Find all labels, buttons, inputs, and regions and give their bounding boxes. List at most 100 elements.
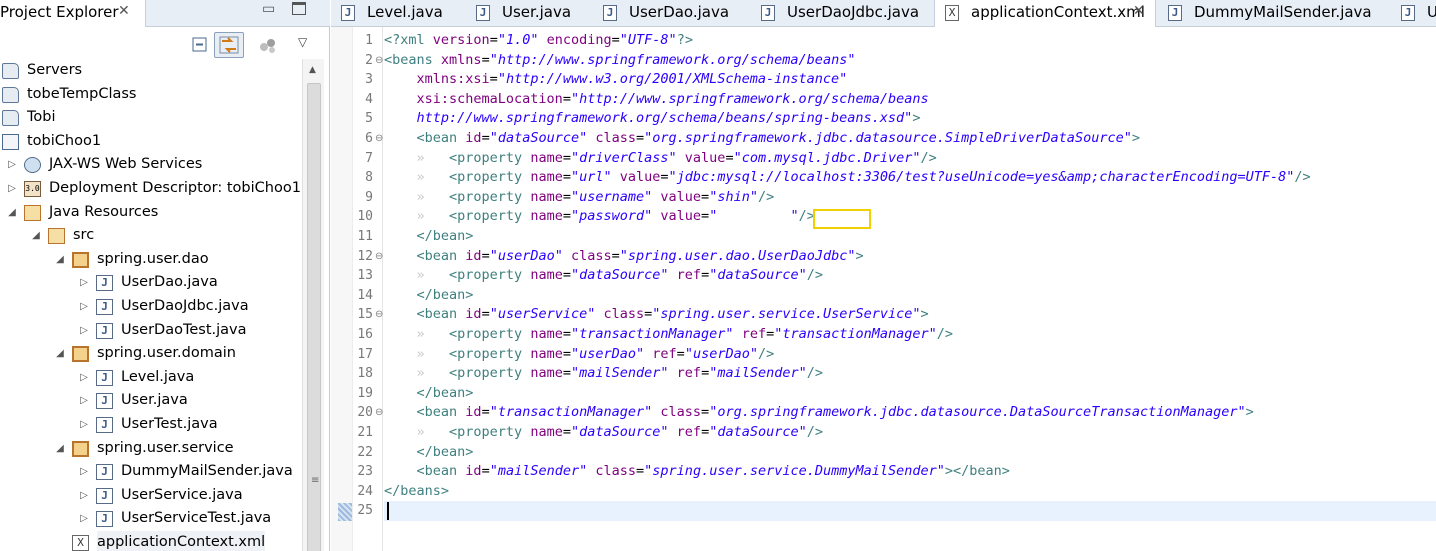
scroll-up-icon[interactable]: ▲ bbox=[309, 65, 316, 75]
code-line[interactable]: xmlns:xsi="http://www.w3.org/2001/XMLSch… bbox=[384, 70, 848, 90]
code-token: "dataSource" bbox=[570, 267, 669, 284]
fold-toggle-icon[interactable]: ⊖ bbox=[375, 129, 383, 149]
collapse-arrow-icon[interactable]: ◢ bbox=[54, 437, 66, 460]
code-line[interactable]: <bean id="transactionManager" class="org… bbox=[384, 403, 1254, 423]
fold-toggle-icon[interactable]: ⊖ bbox=[375, 247, 383, 267]
code-line[interactable]: » <property name="driverClass" value="co… bbox=[384, 149, 937, 169]
line-number: 24 bbox=[357, 483, 373, 499]
expand-arrow-icon[interactable]: ▷ bbox=[78, 271, 90, 294]
code-line[interactable]: xsi:schemaLocation="http://www.springfra… bbox=[384, 90, 929, 110]
code-token: > bbox=[920, 306, 929, 323]
code-token: </beans> bbox=[384, 482, 450, 499]
fold-toggle-icon[interactable]: ⊖ bbox=[375, 51, 383, 71]
code-token: "userDao" bbox=[489, 247, 563, 264]
code-token: <property bbox=[449, 326, 523, 342]
close-icon[interactable]: ✕ bbox=[1133, 3, 1145, 19]
line-number: 13 bbox=[357, 268, 373, 284]
code-line[interactable]: <bean id="userDao" class="spring.user.da… bbox=[384, 247, 864, 267]
expand-arrow-icon[interactable]: ▷ bbox=[78, 484, 90, 507]
tree-item-label: Tobi bbox=[27, 109, 56, 126]
code-line[interactable]: </bean> bbox=[384, 443, 474, 463]
code-line[interactable]: » <property name="userDao" ref="userDao"… bbox=[384, 345, 775, 365]
java-file-icon: J bbox=[1168, 5, 1182, 21]
code-line[interactable]: <bean id="mailSender" class="spring.user… bbox=[384, 462, 1010, 482]
tree-item-label: spring.user.service bbox=[97, 439, 234, 456]
fold-toggle-icon[interactable]: ⊖ bbox=[375, 305, 383, 325]
close-icon[interactable]: ✕ bbox=[118, 3, 130, 19]
code-token: » bbox=[384, 365, 450, 382]
code-line[interactable]: » <property name="url" value="jdbc:mysql… bbox=[384, 168, 1311, 188]
expand-arrow-icon[interactable]: ▷ bbox=[6, 177, 18, 200]
editor-tab[interactable]: JU bbox=[1391, 0, 1436, 27]
code-line[interactable]: <?xml version="1.0" encoding="UTF-8"?> bbox=[384, 31, 693, 51]
editor-tab[interactable]: J User.java bbox=[466, 0, 588, 27]
code-line[interactable]: <beans xmlns="http://www.springframework… bbox=[384, 51, 855, 71]
project-explorer-tab[interactable]: Project Explorer ✕ bbox=[0, 0, 146, 27]
tree-scrollbar[interactable]: ▲ ≡ bbox=[302, 59, 324, 551]
editor-tab[interactable]: XapplicationContext.xml ✕ bbox=[934, 0, 1156, 27]
code-token: = bbox=[562, 188, 571, 205]
code-token: = bbox=[660, 169, 669, 186]
code-line[interactable]: <bean id="userService" class="spring.use… bbox=[384, 305, 929, 325]
tree-item-label: User.java bbox=[121, 392, 188, 409]
collapse-arrow-icon[interactable]: ◢ bbox=[6, 201, 18, 224]
code-line[interactable]: </bean> bbox=[384, 384, 474, 404]
code-token: "driverClass" bbox=[570, 149, 677, 166]
expand-arrow-icon[interactable]: ▷ bbox=[78, 366, 90, 389]
collapse-arrow-icon[interactable]: ◢ bbox=[30, 224, 42, 247]
code-line[interactable]: » <property name="dataSource" ref="dataS… bbox=[384, 423, 824, 443]
code-token: /> bbox=[806, 267, 824, 284]
code-token: = bbox=[766, 326, 775, 342]
code-token: <property bbox=[449, 365, 523, 382]
editor-tab[interactable]: J UserDaoJdbc.java bbox=[751, 0, 929, 27]
java-file-icon: J bbox=[96, 487, 113, 504]
expand-arrow-icon[interactable]: ▷ bbox=[78, 295, 90, 318]
code-area[interactable]: <?xml version="1.0" encoding="UTF-8"?> <b… bbox=[384, 31, 1436, 551]
code-token: = bbox=[562, 326, 571, 342]
expand-arrow-icon[interactable]: ▷ bbox=[6, 153, 18, 176]
editor-tab[interactable]: J UserDao.java bbox=[593, 0, 746, 27]
editor-tab[interactable]: J Level.java bbox=[331, 0, 461, 27]
line-number: 6 bbox=[365, 131, 373, 146]
code-line[interactable]: <bean id="dataSource" class="org.springf… bbox=[384, 129, 1140, 149]
code-line[interactable]: </bean> bbox=[384, 227, 474, 247]
line-number: 16 bbox=[357, 327, 373, 342]
tree-item-label: UserService.java bbox=[121, 486, 243, 503]
expand-arrow-icon[interactable]: ▷ bbox=[78, 507, 90, 530]
expand-arrow-icon[interactable]: ▷ bbox=[78, 389, 90, 412]
code-line[interactable]: </beans> bbox=[384, 482, 449, 502]
code-token: xmlns:xsi bbox=[416, 71, 490, 88]
collapse-arrow-icon[interactable]: ◢ bbox=[54, 342, 66, 365]
code-line[interactable]: » <property name="transactionManager" re… bbox=[384, 325, 954, 345]
code-line[interactable]: » <property name="username" value="shin"… bbox=[384, 188, 775, 208]
code-line[interactable]: » <property name="password" value=" "/> bbox=[384, 207, 815, 227]
editor-tab[interactable]: J DummyMailSender.java bbox=[1158, 0, 1386, 27]
collapse-arrow-icon[interactable]: ◢ bbox=[54, 248, 66, 271]
editor-tab-label: U bbox=[1427, 3, 1436, 21]
code-token: </bean> bbox=[416, 384, 474, 401]
minimize-icon[interactable]: ▭ bbox=[262, 1, 275, 17]
code-token: /> bbox=[806, 424, 824, 440]
expand-arrow-icon[interactable]: ▷ bbox=[78, 319, 90, 342]
code-line[interactable]: http://www.springframework.org/schema/be… bbox=[384, 109, 921, 129]
view-menu-icon[interactable]: ▽ bbox=[298, 35, 318, 55]
expand-arrow-icon[interactable]: ▷ bbox=[78, 460, 90, 483]
maximize-icon[interactable] bbox=[292, 2, 306, 15]
code-line[interactable]: </bean> bbox=[384, 286, 474, 306]
editor-tab-label: Level.java bbox=[367, 3, 443, 21]
focus-icon[interactable] bbox=[258, 35, 278, 55]
editor-tab-label: User.java bbox=[502, 3, 572, 21]
code-line[interactable]: » <property name="mailSender" ref="mailS… bbox=[384, 364, 824, 384]
editor-tab-label: applicationContext.xml bbox=[971, 3, 1145, 21]
fold-toggle-icon[interactable]: ⊖ bbox=[375, 403, 383, 423]
collapse-all-icon[interactable] bbox=[190, 35, 210, 55]
code-line[interactable]: » <property name="dataSource" ref="dataS… bbox=[384, 266, 824, 286]
expand-arrow-icon[interactable]: ▷ bbox=[78, 413, 90, 436]
code-token: "spring.user.service.UserService" bbox=[652, 306, 921, 323]
code-token: value bbox=[660, 188, 702, 205]
code-line[interactable] bbox=[384, 501, 1436, 521]
link-with-editor-button[interactable] bbox=[214, 32, 244, 58]
